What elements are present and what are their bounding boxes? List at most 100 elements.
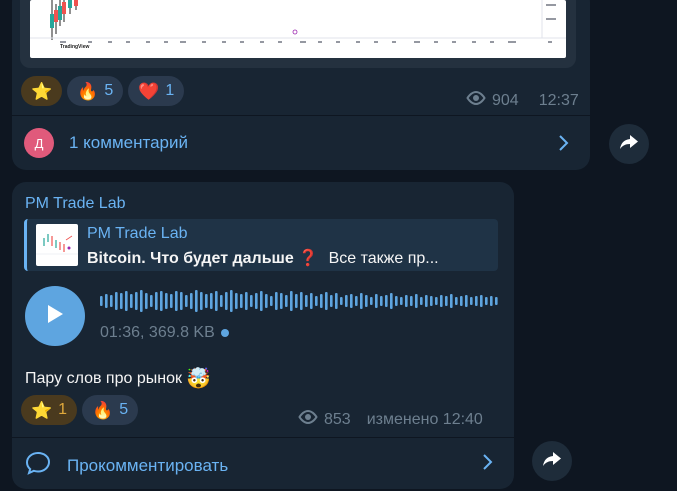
waveform-bar bbox=[385, 295, 388, 307]
waveform-bar bbox=[280, 293, 283, 309]
waveform-bar bbox=[265, 294, 268, 308]
waveform-bar bbox=[185, 295, 188, 307]
waveform-bar bbox=[400, 297, 403, 305]
waveform-bar bbox=[240, 294, 243, 308]
waveform-bar bbox=[425, 295, 428, 307]
reply-title: PM Trade Lab bbox=[87, 225, 188, 242]
message-time: 12:37 bbox=[538, 91, 579, 109]
waveform-bar bbox=[230, 290, 233, 312]
waveform-bar bbox=[195, 290, 198, 312]
reaction-star[interactable]: ⭐ bbox=[21, 76, 63, 106]
reaction-fire[interactable]: 🔥 5 bbox=[82, 395, 139, 425]
waveform-bar bbox=[350, 294, 353, 308]
waveform-bar bbox=[300, 292, 303, 310]
voice-duration-size: 01:36, 369.8 KB bbox=[100, 324, 215, 341]
reaction-fire[interactable]: 🔥 5 bbox=[67, 76, 124, 106]
waveform-bar bbox=[360, 293, 363, 309]
waveform-bar bbox=[100, 296, 103, 306]
chevron-right-icon bbox=[558, 134, 570, 157]
waveform-bar bbox=[130, 294, 133, 308]
reaction-heart[interactable]: ❤️ 1 bbox=[128, 76, 185, 106]
waveform-bar bbox=[285, 295, 288, 307]
waveform-bar bbox=[110, 295, 113, 307]
reaction-count: 1 bbox=[165, 82, 175, 99]
play-button[interactable] bbox=[25, 286, 85, 346]
divider bbox=[12, 437, 514, 438]
reactions-row: ⭐ 1 🔥 5 bbox=[21, 395, 139, 425]
waveform-bar bbox=[455, 297, 458, 305]
reply-text: Bitcoin. Что будет дальше ❓ Все также пр… bbox=[87, 248, 491, 268]
waveform-bar bbox=[270, 296, 273, 306]
waveform-bar bbox=[330, 295, 333, 307]
waveform-bar bbox=[495, 297, 498, 305]
waveform-bar bbox=[375, 294, 378, 308]
avatar: Д bbox=[24, 128, 54, 158]
waveform-bar bbox=[355, 296, 358, 306]
view-count: 904 bbox=[492, 91, 519, 109]
waveform-bar bbox=[310, 293, 313, 309]
leave-comment-button[interactable]: Прокомментировать bbox=[25, 451, 228, 480]
waveform-bar bbox=[420, 297, 423, 305]
waveform-bar bbox=[380, 296, 383, 306]
waveform-bar bbox=[470, 297, 473, 305]
heart-icon: ❤️ bbox=[138, 81, 160, 101]
eye-icon bbox=[298, 409, 318, 429]
share-button[interactable] bbox=[609, 124, 649, 164]
waveform-bar bbox=[245, 292, 248, 310]
chevron-right-icon bbox=[482, 453, 494, 476]
waveform-bar bbox=[345, 295, 348, 307]
share-button[interactable] bbox=[532, 441, 572, 481]
waveform-bar bbox=[140, 290, 143, 312]
sender-name[interactable]: PM Trade Lab bbox=[25, 195, 126, 213]
waveform-bar bbox=[485, 297, 488, 305]
waveform-bar bbox=[275, 292, 278, 310]
reply-text-rest: Все также пр... bbox=[328, 250, 439, 267]
waveform-bar bbox=[210, 293, 213, 309]
waveform-bar bbox=[235, 293, 238, 309]
fire-icon: 🔥 bbox=[77, 81, 99, 101]
waveform-bar bbox=[335, 293, 338, 309]
waveform-bar bbox=[450, 294, 453, 308]
waveform-bar bbox=[290, 291, 293, 311]
message-caption: Пару слов про рынок 🤯 bbox=[25, 366, 211, 391]
waveform-bar bbox=[325, 292, 328, 310]
waveform-bar bbox=[370, 297, 373, 305]
share-icon bbox=[542, 451, 562, 472]
comments-button[interactable]: Д 1 комментарий bbox=[24, 128, 188, 158]
reactions-row: ⭐ 🔥 5 ❤️ 1 bbox=[21, 76, 185, 106]
question-icon: ❓ bbox=[298, 250, 319, 267]
waveform-bar bbox=[160, 291, 163, 311]
waveform-bar bbox=[170, 294, 173, 308]
star-icon: ⭐ bbox=[31, 81, 53, 101]
fire-icon: 🔥 bbox=[92, 400, 114, 420]
waveform-bar bbox=[125, 291, 128, 311]
waveform-bar bbox=[150, 295, 153, 307]
waveform-bar bbox=[410, 296, 413, 306]
waveform-bar bbox=[320, 294, 323, 308]
voice-waveform[interactable] bbox=[100, 288, 500, 314]
reaction-star[interactable]: ⭐ 1 bbox=[21, 395, 78, 425]
waveform-bar bbox=[465, 295, 468, 307]
waveform-bar bbox=[365, 295, 368, 307]
reply-preview[interactable]: PM Trade Lab Bitcoin. Что будет дальше ❓… bbox=[24, 219, 498, 271]
star-icon: ⭐ bbox=[31, 400, 53, 420]
waveform-bar bbox=[155, 292, 158, 310]
waveform-bar bbox=[445, 296, 448, 306]
waveform-bar bbox=[215, 291, 218, 311]
reaction-count: 5 bbox=[104, 82, 114, 99]
divider bbox=[12, 115, 590, 116]
waveform-bar bbox=[145, 293, 148, 309]
comments-label: 1 комментарий bbox=[69, 133, 188, 152]
chart-image[interactable]: TradingView bbox=[30, 0, 566, 58]
waveform-bar bbox=[480, 295, 483, 307]
chart-attachment[interactable]: TradingView bbox=[20, 0, 576, 68]
waveform-bar bbox=[435, 297, 438, 305]
waveform-bar bbox=[135, 292, 138, 310]
share-icon bbox=[619, 134, 639, 155]
waveform-bar bbox=[340, 297, 343, 305]
leave-comment-label: Прокомментировать bbox=[67, 455, 229, 475]
waveform-bar bbox=[120, 293, 123, 309]
edited-time: изменено 12:40 bbox=[366, 410, 483, 428]
comment-icon bbox=[25, 451, 51, 480]
message-meta: 853 изменено 12:40 bbox=[298, 409, 483, 429]
